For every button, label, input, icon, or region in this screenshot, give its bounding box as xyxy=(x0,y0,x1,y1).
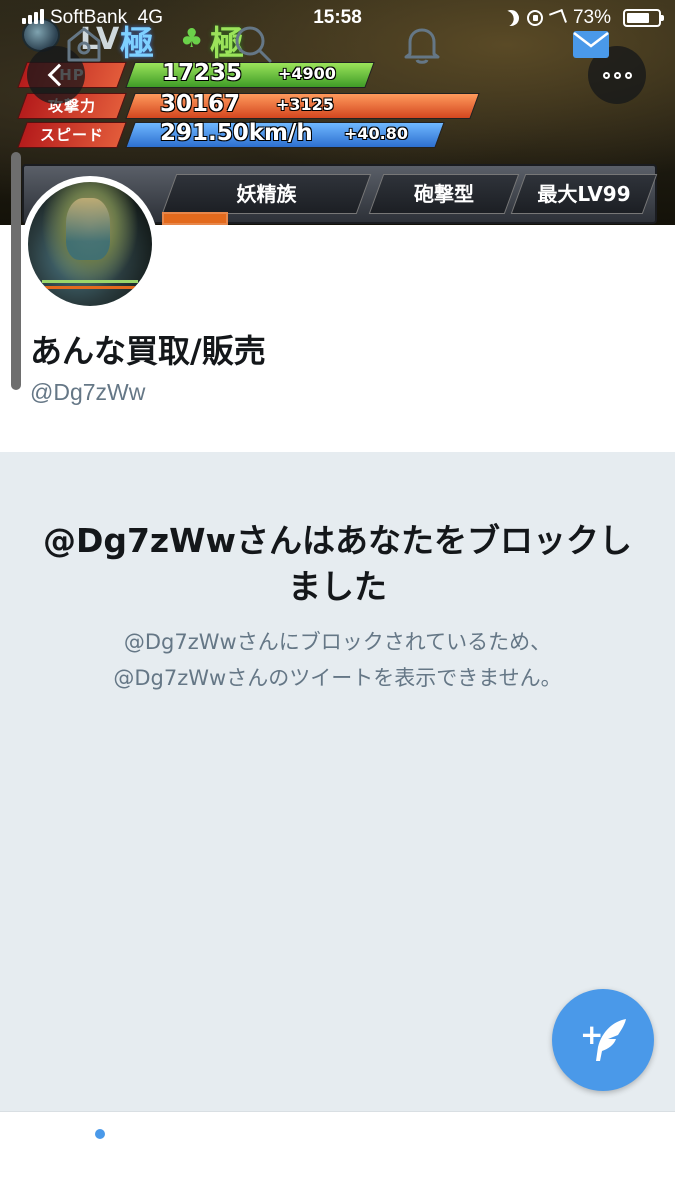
home-icon xyxy=(67,27,101,62)
home-notification-dot xyxy=(95,1129,105,1139)
stat-atk-plus: +3125 xyxy=(276,95,334,114)
tab-bar xyxy=(0,1111,675,1200)
location-icon xyxy=(548,9,567,27)
blocked-description-line-1: @Dg7zWwさんにブロックされているため、 xyxy=(123,630,552,654)
feather-icon xyxy=(596,1019,626,1061)
stat-atk-value: 30167 xyxy=(160,91,241,117)
tab-messages[interactable] xyxy=(569,22,613,66)
user-handle: @Dg7zWw xyxy=(30,379,146,405)
tab-notifications[interactable] xyxy=(400,22,444,66)
display-name: あんな買取/販売 xyxy=(30,332,266,370)
class-max-lv: 最大LV99 xyxy=(537,182,631,206)
class-type: 砲撃型 xyxy=(414,182,474,206)
chevron-left-icon xyxy=(47,63,71,87)
tab-search[interactable] xyxy=(231,22,275,66)
stat-speed-plus: +40.80 xyxy=(344,124,409,143)
banner-chip xyxy=(162,212,228,225)
avatar[interactable] xyxy=(22,176,158,312)
tab-home[interactable] xyxy=(62,22,106,66)
more-dots-icon xyxy=(602,71,632,79)
stat-speed-value: 291.50km/h xyxy=(160,120,313,146)
avatar-image xyxy=(28,182,152,306)
rotation-lock-icon xyxy=(526,10,543,26)
search-icon xyxy=(235,26,272,63)
blocked-description: @Dg7zWwさんにブロックされているため、 @Dg7zWwさんのツイートを表示… xyxy=(30,624,645,696)
compose-tweet-button[interactable]: + xyxy=(552,989,654,1091)
mail-icon xyxy=(573,31,609,58)
moon-icon xyxy=(500,7,522,29)
class-tribe: 妖精族 xyxy=(236,182,297,206)
scroll-indicator[interactable] xyxy=(11,152,21,390)
battery-icon xyxy=(623,9,664,27)
stat-speed-label: スピード xyxy=(39,126,104,144)
bell-icon xyxy=(404,28,440,64)
stat-hp-plus: +4900 xyxy=(278,64,336,83)
blocked-title: @Dg7zWwさんはあなたをブロックしました xyxy=(42,521,633,606)
blocked-description-line-2: @Dg7zWwさんのツイートを表示できません。 xyxy=(113,666,562,690)
